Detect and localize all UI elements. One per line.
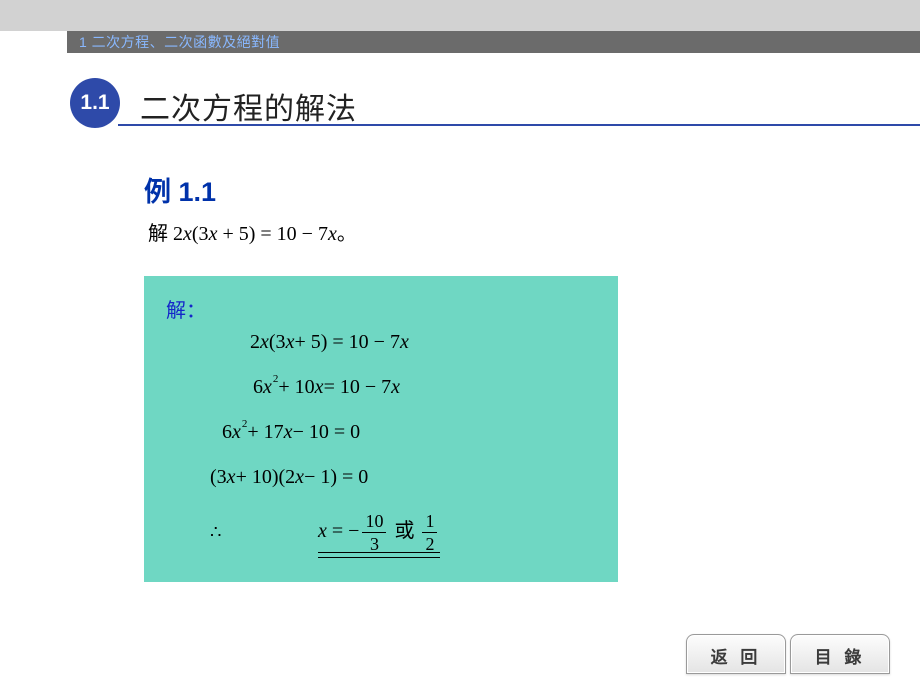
section-number: 1.1 [80,91,109,115]
toc-button-label: 目 錄 [815,643,866,668]
final-answer: x = −103 或 12 [318,512,440,553]
back-button[interactable]: 返 回 [686,634,786,674]
example-label: 例 1.1 [144,170,216,209]
top-gray-band [0,0,920,31]
therefore-symbol: ∴ [210,522,222,543]
solution-panel: 解： 2x(3x + 5) = 10 − 7x 6x2 + 10x = 10 −… [144,276,618,582]
section-header: 1.1 二次方程的解法 [0,78,920,128]
problem-suffix: 。 [337,223,357,245]
section-underline [118,124,920,126]
chapter-strip: 1 二次方程、二次函數及絕對值 [67,31,920,53]
solution-step-4: (3x + 10)(2x − 1) = 0 [210,466,368,489]
problem-math: 2x(3x + 5) = 10 − 7x [173,223,337,245]
back-button-label: 返 回 [711,643,762,668]
problem-statement: 解 2x(3x + 5) = 10 − 7x。 [148,217,357,246]
section-title: 二次方程的解法 [140,84,357,128]
solution-label: 解： [166,294,206,323]
solution-step-3: 6x2 + 17x − 10 = 0 [222,421,360,444]
problem-prefix: 解 [148,223,173,245]
solution-step-1: 2x(3x + 5) = 10 − 7x [250,331,409,354]
toc-button[interactable]: 目 錄 [790,634,890,674]
solution-final: x = −103 或 12 [318,510,440,554]
chapter-label: 1 二次方程、二次函數及絕對值 [79,34,280,50]
solution-step-2: 6x2 + 10x = 10 − 7x [253,376,400,399]
chapter-strip-left-gap [0,31,67,53]
section-number-badge: 1.1 [70,78,120,128]
